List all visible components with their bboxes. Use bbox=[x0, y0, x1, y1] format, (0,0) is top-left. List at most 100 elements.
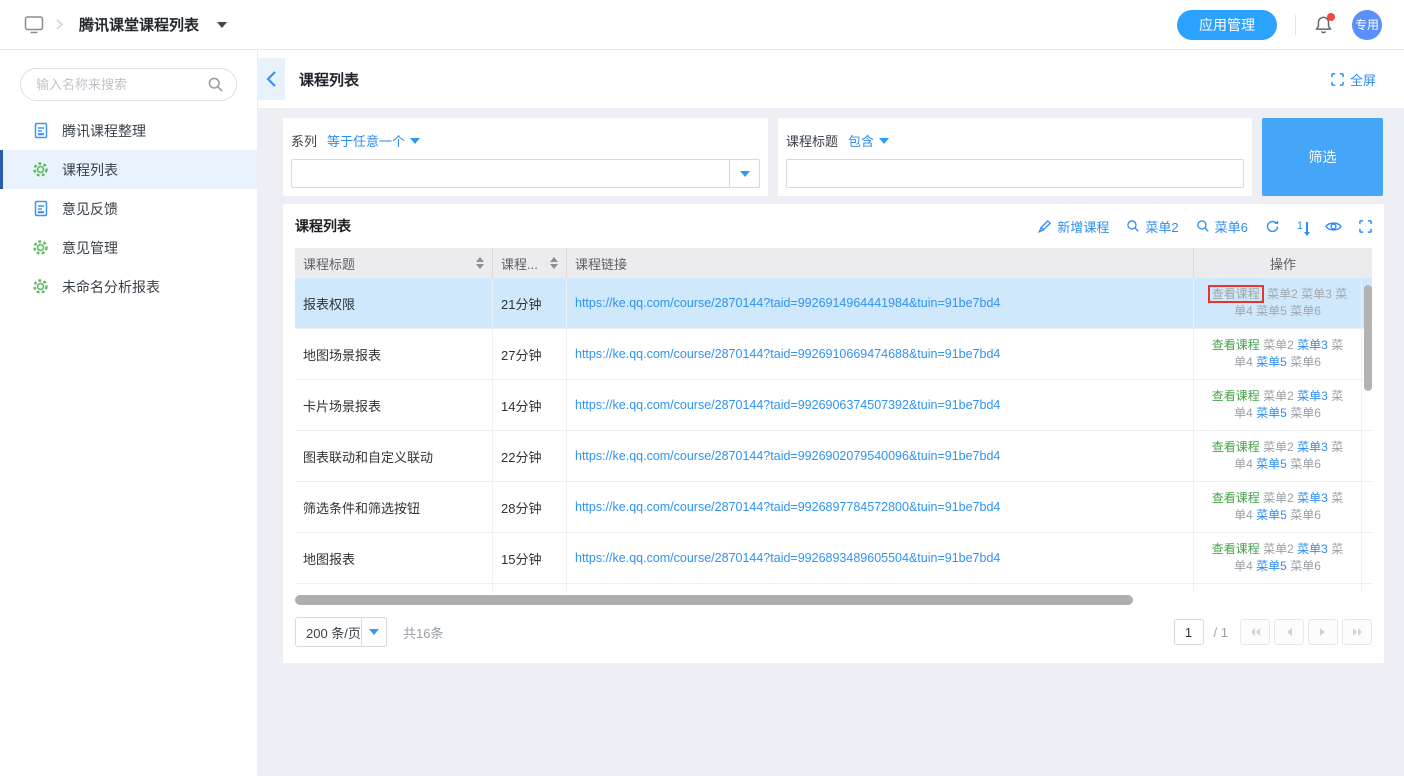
document-icon bbox=[32, 122, 49, 139]
sidebar-item[interactable]: 课程列表 bbox=[0, 150, 257, 189]
menu2-link[interactable]: 菜单2 bbox=[1263, 542, 1294, 556]
sidebar-item[interactable]: 腾讯课程整理 bbox=[0, 111, 257, 150]
table-row[interactable]: 图表联动和自定义联动 22分钟 https://ke.qq.com/course… bbox=[295, 431, 1372, 482]
course-link[interactable]: https://ke.qq.com/course/2870144?taid=99… bbox=[575, 449, 1000, 463]
menu5-link[interactable]: 菜单5 bbox=[1256, 406, 1287, 420]
course-duration-cell: 21分钟 bbox=[493, 278, 567, 328]
chevron-down-icon[interactable] bbox=[217, 22, 227, 28]
sidebar-item[interactable]: 意见反馈 bbox=[0, 189, 257, 228]
view-course-link[interactable]: 查看课程 bbox=[1212, 491, 1260, 505]
table-header-row: 课程标题 课程... 课程链接 操作 bbox=[295, 248, 1372, 278]
menu6-link[interactable]: 菜单6 bbox=[1290, 355, 1321, 369]
menu5-link[interactable]: 菜单5 bbox=[1256, 559, 1287, 573]
page-size-select[interactable]: 200 条/页 bbox=[295, 617, 387, 647]
menu2-button[interactable]: 菜单2 bbox=[1126, 217, 1178, 236]
last-page-button[interactable] bbox=[1342, 619, 1372, 645]
menu5-link[interactable]: 菜单5 bbox=[1256, 355, 1287, 369]
title-filter-head: 课程标题 包含 bbox=[786, 131, 1244, 150]
table-row[interactable]: 卡片场景报表 14分钟 https://ke.qq.com/course/287… bbox=[295, 380, 1372, 431]
column-header-actions: 操作 bbox=[1194, 248, 1372, 278]
menu3-link[interactable]: 菜单3 bbox=[1297, 542, 1328, 556]
menu6-link[interactable]: 菜单6 bbox=[1290, 508, 1321, 522]
menu6-link[interactable]: 菜单6 bbox=[1290, 559, 1321, 573]
current-page-input[interactable] bbox=[1174, 619, 1204, 645]
chevron-down-icon bbox=[369, 629, 379, 635]
course-link[interactable]: https://ke.qq.com/course/2870144?taid=99… bbox=[575, 398, 1000, 412]
card-header: 课程列表 新增课程 菜单2 bbox=[295, 204, 1372, 248]
menu3-link[interactable]: 菜单3 bbox=[1297, 389, 1328, 403]
menu3-link[interactable]: 菜单3 bbox=[1301, 287, 1332, 301]
table-row[interactable]: 地图报表 15分钟 https://ke.qq.com/course/28701… bbox=[295, 533, 1372, 584]
first-page-button[interactable] bbox=[1240, 619, 1270, 645]
menu5-link[interactable]: 菜单5 bbox=[1256, 304, 1287, 318]
menu2-link[interactable]: 菜单2 bbox=[1263, 389, 1294, 403]
course-link[interactable]: https://ke.qq.com/course/2870144?taid=99… bbox=[575, 296, 1000, 310]
series-select[interactable] bbox=[291, 159, 760, 188]
table-toolbar: 新增课程 菜单2 菜单6 bbox=[1037, 217, 1372, 236]
sort-arrows-icon[interactable] bbox=[476, 257, 484, 269]
menu2-link[interactable]: 菜单2 bbox=[1263, 440, 1294, 454]
column-header-course-title[interactable]: 课程标题 bbox=[295, 248, 493, 278]
filter-panel: 系列 等于任意一个 课程标题 包含 bbox=[283, 118, 1384, 196]
view-course-link[interactable]: 查看课程 bbox=[1208, 285, 1264, 303]
table-row[interactable]: 报表权限 21分钟 https://ke.qq.com/course/28701… bbox=[295, 278, 1372, 329]
fullscreen-icon bbox=[1331, 73, 1344, 86]
menu6-link[interactable]: 菜单6 bbox=[1290, 406, 1321, 420]
visibility-icon[interactable] bbox=[1325, 220, 1342, 233]
column-header-course-duration[interactable]: 课程... bbox=[493, 248, 567, 278]
menu6-link[interactable]: 菜单6 bbox=[1290, 304, 1321, 318]
refresh-icon[interactable] bbox=[1265, 219, 1280, 234]
course-link[interactable]: https://ke.qq.com/course/2870144?taid=99… bbox=[575, 347, 1000, 361]
sort-icon[interactable]: 1 bbox=[1297, 221, 1308, 232]
table-row[interactable]: 地图场景报表 27分钟 https://ke.qq.com/course/287… bbox=[295, 329, 1372, 380]
select-caret-cell[interactable] bbox=[729, 160, 759, 187]
prev-page-button[interactable] bbox=[1274, 619, 1304, 645]
table-row[interactable]: 筛选条件和筛选按钮 28分钟 https://ke.qq.com/course/… bbox=[295, 482, 1372, 533]
sidebar-item[interactable]: 未命名分析报表 bbox=[0, 267, 257, 306]
menu3-link[interactable]: 菜单3 bbox=[1297, 440, 1328, 454]
desktop-icon[interactable] bbox=[24, 15, 44, 34]
menu6-link[interactable]: 菜单6 bbox=[1290, 457, 1321, 471]
select-caret-cell[interactable] bbox=[361, 618, 386, 646]
horizontal-scrollbar-track bbox=[295, 595, 1372, 605]
menu2-link[interactable]: 菜单2 bbox=[1263, 338, 1294, 352]
sort-arrows-icon[interactable] bbox=[550, 257, 558, 269]
course-title-input[interactable] bbox=[786, 159, 1244, 188]
vertical-scrollbar[interactable] bbox=[1364, 285, 1372, 391]
series-operator-dropdown[interactable]: 等于任意一个 bbox=[327, 131, 420, 150]
menu5-link[interactable]: 菜单5 bbox=[1256, 508, 1287, 522]
add-course-button[interactable]: 新增课程 bbox=[1037, 217, 1109, 236]
course-link[interactable]: https://ke.qq.com/course/2870144?taid=99… bbox=[575, 500, 1000, 514]
menu3-link[interactable]: 菜单3 bbox=[1297, 491, 1328, 505]
main-area: 课程列表 全屏 系列 等于任意一个 bbox=[258, 50, 1404, 776]
table-fullscreen-icon[interactable] bbox=[1359, 220, 1372, 233]
filter-button[interactable]: 筛选 bbox=[1262, 118, 1383, 196]
back-button[interactable] bbox=[258, 58, 285, 100]
menu2-link[interactable]: 菜单2 bbox=[1263, 491, 1294, 505]
breadcrumb: 腾讯课堂课程列表 bbox=[24, 14, 227, 35]
search-input[interactable] bbox=[20, 68, 237, 101]
notification-badge bbox=[1327, 13, 1335, 21]
course-link-cell: https://ke.qq.com/course/2870144?taid=99… bbox=[567, 482, 1194, 532]
menu2-link[interactable]: 菜单2 bbox=[1267, 287, 1298, 301]
course-duration-cell: 27分钟 bbox=[493, 329, 567, 379]
page-nav-buttons bbox=[1240, 619, 1372, 645]
horizontal-scrollbar[interactable] bbox=[295, 595, 1133, 605]
page-fullscreen-button[interactable]: 全屏 bbox=[1331, 70, 1376, 89]
course-link[interactable]: https://ke.qq.com/course/2870144?taid=99… bbox=[575, 551, 1000, 565]
menu5-link[interactable]: 菜单5 bbox=[1256, 457, 1287, 471]
view-course-link[interactable]: 查看课程 bbox=[1212, 542, 1260, 556]
view-course-link[interactable]: 查看课程 bbox=[1212, 389, 1260, 403]
sidebar-item[interactable]: 意见管理 bbox=[0, 228, 257, 267]
menu3-link[interactable]: 菜单3 bbox=[1297, 338, 1328, 352]
view-course-link[interactable]: 查看课程 bbox=[1212, 440, 1260, 454]
course-link-cell: https://ke.qq.com/course/2870144?taid=99… bbox=[567, 431, 1194, 481]
breadcrumb-title[interactable]: 腾讯课堂课程列表 bbox=[79, 14, 199, 35]
menu6-button[interactable]: 菜单6 bbox=[1196, 217, 1248, 236]
notification-bell-icon[interactable] bbox=[1314, 15, 1334, 35]
view-course-link[interactable]: 查看课程 bbox=[1212, 338, 1260, 352]
avatar[interactable]: 专用 bbox=[1352, 10, 1382, 40]
next-page-button[interactable] bbox=[1308, 619, 1338, 645]
title-operator-dropdown[interactable]: 包含 bbox=[848, 131, 889, 150]
app-manage-button[interactable]: 应用管理 bbox=[1177, 10, 1277, 40]
